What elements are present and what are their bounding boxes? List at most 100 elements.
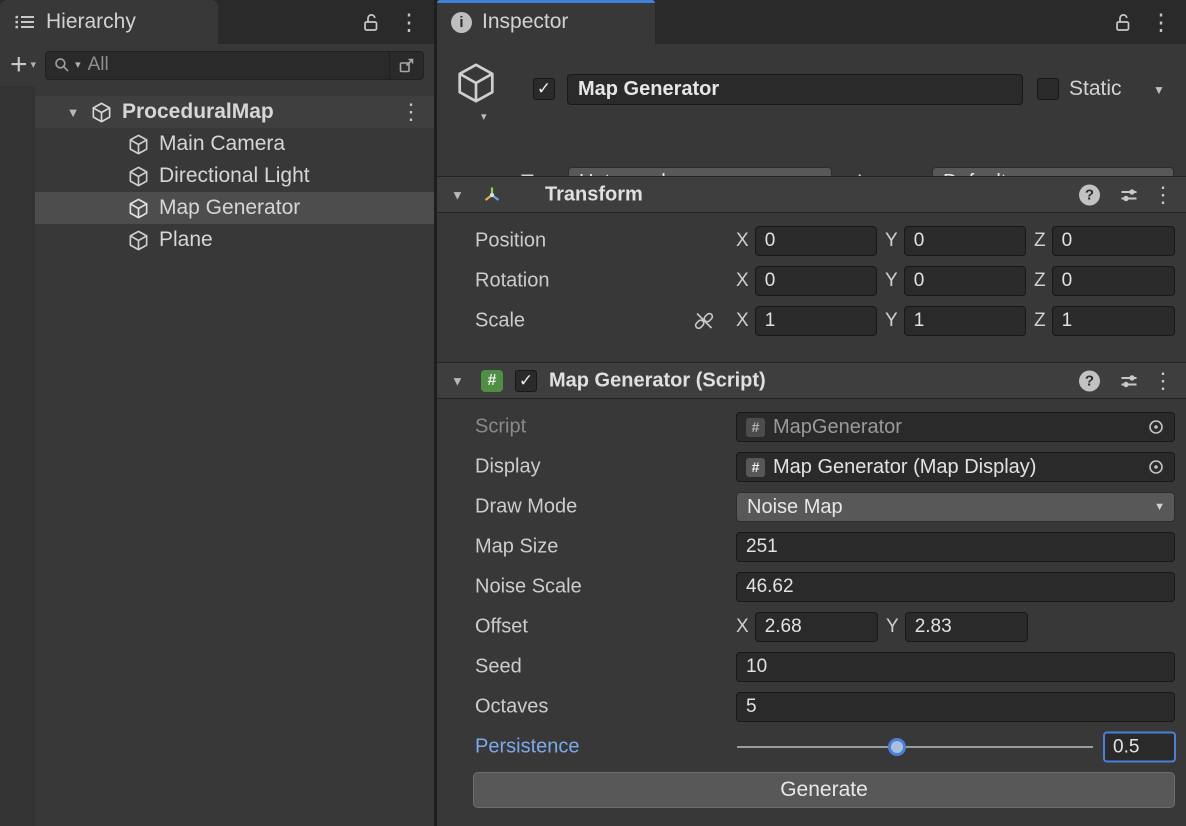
object-picker-icon[interactable] — [1147, 418, 1165, 436]
display-object-field[interactable]: # Map Generator (Map Display) — [736, 452, 1175, 482]
generate-button-label: Generate — [780, 778, 868, 801]
hierarchy-tree: ▼ ProceduralMap ⋮ Main Camera Directiona… — [35, 96, 434, 256]
help-icon[interactable]: ? — [1079, 370, 1100, 391]
octaves-row: Octaves — [437, 687, 1186, 727]
rotation-y-field[interactable] — [903, 266, 1026, 296]
hierarchy-item-directional-light[interactable]: Directional Light — [35, 160, 434, 192]
x-axis-label: X — [736, 310, 749, 331]
gameobject-cube-icon — [127, 229, 150, 252]
z-axis-label: Z — [1034, 230, 1046, 251]
foldout-icon[interactable]: ▼ — [451, 373, 464, 388]
position-y-field[interactable] — [903, 226, 1026, 256]
help-icon[interactable]: ? — [1079, 184, 1100, 205]
transform-icon — [481, 184, 503, 206]
hierarchy-item-plane[interactable]: Plane — [35, 224, 434, 256]
scene-row-proceduralmap[interactable]: ▼ ProceduralMap ⋮ — [35, 96, 434, 128]
presets-icon[interactable] — [1119, 371, 1139, 391]
gameobject-icon-selector[interactable] — [453, 60, 499, 111]
kebab-menu-icon[interactable]: ⋮ — [1146, 0, 1176, 44]
octaves-field[interactable] — [736, 692, 1175, 722]
item-label: Main Camera — [159, 132, 286, 155]
offset-x-field[interactable] — [754, 612, 878, 642]
map-size-field[interactable] — [736, 532, 1175, 562]
noise-scale-row: Noise Scale — [437, 567, 1186, 607]
hierarchy-item-main-camera[interactable]: Main Camera — [35, 128, 434, 160]
hierarchy-panel: Hierarchy ⋮ + ▾ ▾ All ▼ ProceduralMap ⋮ … — [0, 0, 434, 826]
check-icon: ✓ — [518, 370, 534, 390]
static-caret-icon[interactable]: ▼ — [1153, 83, 1165, 97]
static-label: Static — [1069, 77, 1122, 100]
inspector-tabbar: i Inspector ⋮ — [437, 0, 1186, 44]
draw-mode-dropdown[interactable]: Noise Map ▼ — [736, 492, 1175, 522]
lock-icon[interactable] — [356, 0, 386, 44]
script-object-field[interactable]: # MapGenerator — [736, 412, 1175, 442]
noise-scale-field[interactable] — [736, 572, 1175, 602]
map-size-label: Map Size — [475, 535, 559, 558]
add-object-button[interactable]: + ▾ — [10, 48, 37, 81]
search-filter-caret-icon: ▾ — [75, 58, 81, 71]
persistence-field[interactable] — [1103, 731, 1176, 763]
plus-icon: + — [10, 48, 28, 81]
display-value: Map Generator (Map Display) — [773, 455, 1037, 478]
generate-button[interactable]: Generate — [473, 772, 1175, 808]
static-checkbox[interactable] — [1037, 78, 1059, 100]
slider-track[interactable] — [737, 746, 1093, 748]
scale-z-field[interactable] — [1051, 306, 1175, 336]
transform-component-header[interactable]: ▼ Transform ? ⋮ — [437, 176, 1186, 213]
script-row: Script # MapGenerator — [437, 407, 1186, 447]
component-enabled-checkbox[interactable]: ✓ — [515, 369, 537, 392]
gameobject-header: ▾ ✓ Static ▼ Tag Untagged ▼ Layer Defaul… — [437, 44, 1186, 197]
scene-name: ProceduralMap — [122, 100, 274, 123]
seed-field[interactable] — [736, 652, 1175, 682]
foldout-icon[interactable]: ▼ — [65, 105, 81, 120]
map-generator-title: Map Generator (Script) — [549, 369, 766, 391]
hierarchy-item-map-generator[interactable]: Map Generator — [35, 192, 434, 224]
x-axis-label: X — [736, 270, 749, 291]
scale-row: Scale X Y Z — [437, 301, 1186, 341]
script-value: MapGenerator — [773, 415, 902, 438]
visibility-gutter — [0, 86, 35, 826]
y-axis-label: Y — [885, 310, 898, 331]
x-axis-label: X — [736, 230, 749, 251]
kebab-menu-icon[interactable]: ⋮ — [394, 0, 424, 44]
map-generator-component-header[interactable]: ▼ # ✓ Map Generator (Script) ? ⋮ — [437, 362, 1186, 399]
scene-kebab-icon[interactable]: ⋮ — [400, 99, 422, 125]
tab-inspector[interactable]: i Inspector — [437, 0, 655, 44]
scale-x-field[interactable] — [754, 306, 877, 336]
search-input[interactable] — [85, 53, 384, 77]
draw-mode-value: Noise Map — [747, 495, 843, 518]
rotation-x-field[interactable] — [754, 266, 877, 296]
rotation-label: Rotation — [475, 269, 550, 292]
rotation-z-field[interactable] — [1051, 266, 1175, 296]
inspector-tab-label: Inspector — [482, 10, 569, 33]
z-axis-label: Z — [1034, 270, 1046, 291]
position-x-field[interactable] — [754, 226, 877, 256]
persistence-slider[interactable] — [737, 738, 1093, 756]
seed-row: Seed — [437, 647, 1186, 687]
slider-thumb[interactable] — [888, 738, 907, 756]
presets-icon[interactable] — [1119, 185, 1139, 205]
tab-hierarchy[interactable]: Hierarchy — [0, 0, 218, 44]
lock-icon[interactable] — [1108, 0, 1138, 44]
offset-label: Offset — [475, 615, 528, 638]
map-size-row: Map Size — [437, 527, 1186, 567]
icon-selector-caret-icon: ▾ — [481, 111, 487, 123]
foldout-icon[interactable]: ▼ — [451, 187, 464, 202]
position-z-field[interactable] — [1051, 226, 1175, 256]
kebab-menu-icon[interactable]: ⋮ — [1152, 369, 1174, 392]
open-search-window-icon[interactable] — [389, 51, 423, 79]
offset-y-field[interactable] — [904, 612, 1028, 642]
y-axis-label: Y — [885, 270, 898, 291]
active-checkbox[interactable]: ✓ — [533, 78, 555, 100]
check-icon: ✓ — [536, 79, 552, 98]
gameobject-cube-icon — [127, 165, 150, 188]
scale-y-field[interactable] — [903, 306, 1026, 336]
unity-editor: Hierarchy ⋮ + ▾ ▾ All ▼ ProceduralMap ⋮ … — [0, 0, 1186, 826]
object-picker-icon[interactable] — [1147, 458, 1165, 476]
item-label: Plane — [159, 228, 213, 251]
hierarchy-search[interactable]: ▾ — [45, 50, 424, 80]
kebab-menu-icon[interactable]: ⋮ — [1152, 183, 1174, 206]
gameobject-name-field[interactable] — [567, 74, 1023, 105]
constrain-proportions-broken-link-icon[interactable] — [693, 310, 715, 332]
plus-caret-icon: ▾ — [30, 58, 37, 71]
